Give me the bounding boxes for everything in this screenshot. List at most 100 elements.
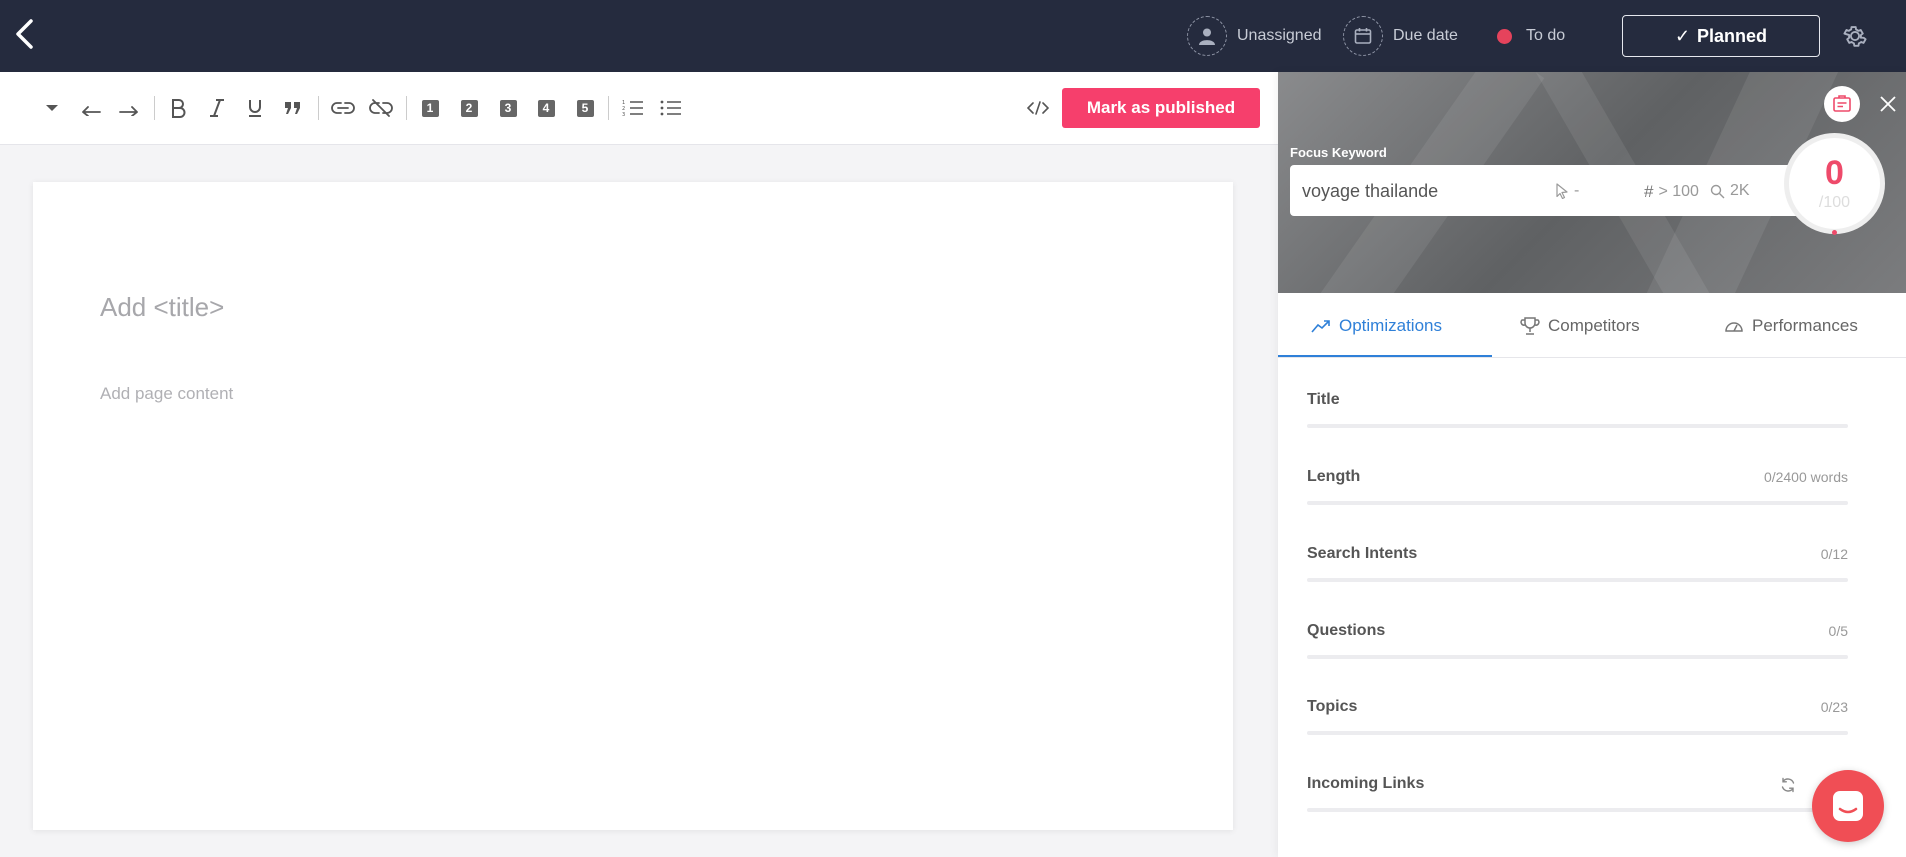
unlink-icon [369, 99, 393, 117]
heading-3-button[interactable]: 3 [491, 91, 525, 125]
rank-stat: # > 100 [1644, 182, 1699, 202]
section-name: Incoming Links [1307, 775, 1425, 792]
clicks-value: - [1574, 182, 1580, 199]
settings-button[interactable] [1841, 22, 1869, 50]
section-name: Topics [1307, 698, 1358, 715]
section-topics[interactable]: Topics 0/23 [1307, 684, 1848, 744]
refresh-button[interactable] [1780, 777, 1796, 796]
section-name: Search Intents [1307, 545, 1418, 562]
section-name: Questions [1307, 622, 1386, 639]
panel-tabs: Optimizations Competitors Performances [1278, 293, 1906, 358]
heading-1-icon: 1 [421, 99, 439, 117]
due-date-label: Due date [1393, 27, 1458, 44]
section-incoming-links[interactable]: Incoming Links [1307, 761, 1848, 821]
score-gauge: 0 /100 [1784, 133, 1885, 234]
search-icon [1710, 184, 1725, 198]
heading-4-icon: 4 [537, 99, 555, 117]
planned-button[interactable]: ✓ Planned [1622, 15, 1820, 57]
clipboard-icon [1833, 95, 1851, 112]
underline-icon [249, 100, 261, 117]
editor-canvas[interactable]: Add <title> Add page content [33, 182, 1233, 830]
quote-button[interactable] [276, 91, 310, 125]
toolbar-divider [154, 96, 155, 120]
check-icon: ✓ [1674, 25, 1691, 46]
tab-competitors[interactable]: Competitors [1520, 293, 1640, 358]
close-icon [1880, 96, 1896, 112]
section-search-intents[interactable]: Search Intents 0/12 [1307, 531, 1848, 591]
section-questions[interactable]: Questions 0/5 [1307, 608, 1848, 668]
progress-bar [1307, 655, 1848, 659]
section-length[interactable]: Length 0/2400 words [1307, 454, 1848, 514]
assignee-selector[interactable]: Unassigned [1187, 0, 1322, 72]
unlink-button[interactable] [364, 91, 398, 125]
status-selector[interactable]: To do [1497, 0, 1565, 72]
toolbar-divider [406, 96, 407, 120]
editor-toolbar: 1 2 3 4 5 123 Mark as published [0, 72, 1278, 145]
heading-5-icon: 5 [576, 99, 594, 117]
tab-performances[interactable]: Performances [1724, 293, 1858, 358]
link-button[interactable] [326, 91, 360, 125]
heading-5-button[interactable]: 5 [568, 91, 602, 125]
progress-bar [1307, 731, 1848, 735]
quote-icon [285, 102, 300, 114]
bullet-list-button[interactable] [654, 91, 688, 125]
back-button[interactable] [6, 14, 42, 54]
volume-value: 2K [1730, 182, 1750, 199]
italic-icon [210, 99, 224, 117]
mark-as-published-button[interactable]: Mark as published [1062, 88, 1260, 128]
italic-button[interactable] [200, 91, 234, 125]
section-count: 0/2400 words [1763, 469, 1848, 485]
section-count: 0/23 [1820, 699, 1848, 715]
chat-launcher-button[interactable] [1812, 770, 1884, 842]
progress-bar [1307, 808, 1848, 812]
hash-icon: # [1644, 182, 1654, 201]
undo-button[interactable] [74, 91, 108, 125]
seo-panel: Focus Keyword voyage thailande - # > 100… [1278, 72, 1906, 857]
heading-4-button[interactable]: 4 [529, 91, 563, 125]
section-count: 0/5 [1828, 623, 1848, 639]
planned-label: Planned [1697, 25, 1768, 46]
score-max: /100 [1818, 193, 1851, 211]
ordered-list-icon: 123 [622, 100, 643, 117]
rank-value: > 100 [1658, 183, 1699, 200]
tab-label: Optimizations [1339, 315, 1442, 335]
clicks-stat: - [1555, 182, 1579, 200]
section-title[interactable]: Title [1307, 377, 1848, 437]
volume-stat: 2K [1710, 182, 1750, 200]
format-dropdown[interactable] [35, 91, 69, 125]
active-tab-indicator [1278, 355, 1492, 357]
section-count: 0/12 [1820, 546, 1848, 562]
code-view-button[interactable] [1021, 91, 1055, 125]
focus-keyword-input[interactable]: voyage thailande - # > 100 2K [1290, 165, 1820, 216]
redo-icon [119, 106, 138, 116]
keyword-header: Focus Keyword voyage thailande - # > 100… [1278, 72, 1906, 293]
bold-button[interactable] [161, 91, 195, 125]
close-panel-button[interactable] [1876, 92, 1900, 116]
underline-button[interactable] [238, 91, 272, 125]
progress-bar [1307, 501, 1848, 505]
chevron-left-icon [16, 19, 33, 49]
top-bar: Unassigned Due date To do ✓ Planned [0, 0, 1906, 72]
gauge-icon [1725, 321, 1743, 332]
progress-bar [1307, 424, 1848, 428]
heading-3-icon: 3 [499, 99, 517, 117]
brief-button[interactable] [1824, 86, 1860, 122]
content-placeholder[interactable]: Add page content [100, 384, 233, 404]
chat-icon [1833, 791, 1863, 821]
score-indicator-dot [1832, 230, 1837, 235]
trophy-icon [1520, 316, 1540, 335]
assignee-label: Unassigned [1237, 27, 1322, 44]
svg-text:3: 3 [622, 112, 625, 117]
due-date-selector[interactable]: Due date [1343, 0, 1458, 72]
toolbar-divider [608, 96, 609, 120]
ordered-list-button[interactable]: 123 [616, 91, 650, 125]
link-icon [331, 102, 355, 114]
tab-optimizations[interactable]: Optimizations [1311, 293, 1442, 358]
status-dot [1497, 28, 1512, 44]
trend-chart-icon [1311, 319, 1330, 333]
heading-2-button[interactable]: 2 [452, 91, 486, 125]
redo-button[interactable] [112, 91, 146, 125]
heading-1-button[interactable]: 1 [413, 91, 447, 125]
tab-label: Competitors [1548, 315, 1640, 335]
title-placeholder[interactable]: Add <title> [100, 292, 224, 323]
